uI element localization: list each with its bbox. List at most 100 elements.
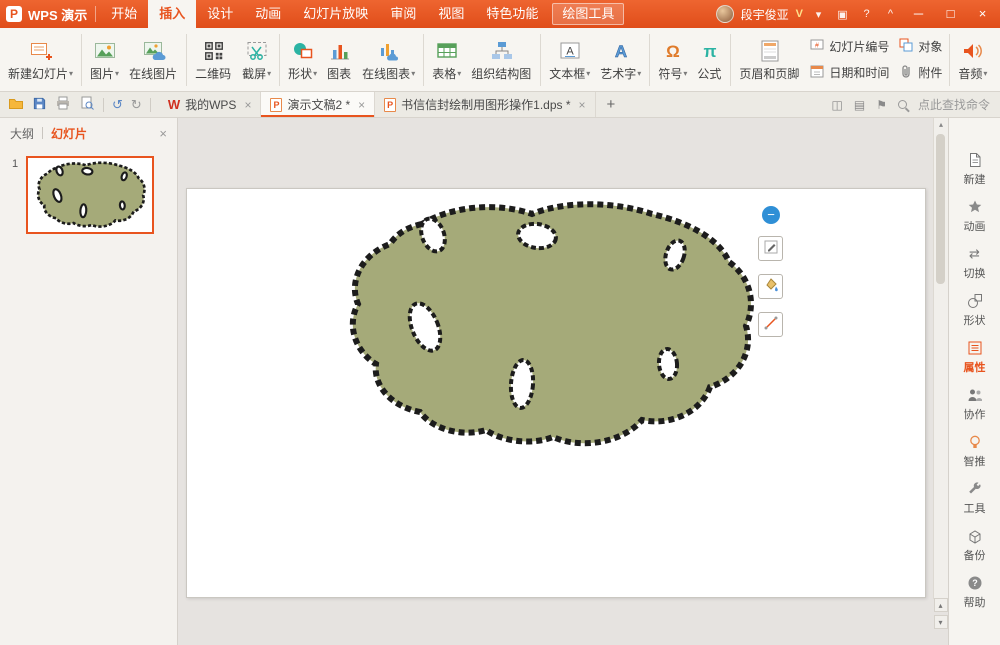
close-tab-icon[interactable]: ×	[579, 98, 586, 112]
split-view-icon[interactable]: ◫	[832, 98, 843, 112]
toolbar-item-label: 动画	[964, 218, 986, 234]
slide-thumbnail[interactable]	[26, 156, 154, 234]
search-icon[interactable]	[898, 100, 907, 109]
save-icon[interactable]	[32, 96, 47, 114]
svg-text:π: π	[703, 42, 716, 61]
document-tabs: W 我的WPS × P 演示文稿2 * × P 书信信封绘制用图形操作1.dps…	[159, 92, 627, 117]
toolbar-item-collaborate[interactable]: 协作	[949, 381, 1000, 428]
search-command-input[interactable]: 点此查找命令	[918, 96, 990, 113]
toolbar-item-animation[interactable]: 动画	[949, 193, 1000, 240]
toolbar-item-tools[interactable]: 工具	[949, 475, 1000, 522]
new-slide-button[interactable]: 新建幻灯片▾	[3, 30, 78, 90]
tab-view[interactable]: 视图	[427, 0, 475, 28]
print-preview-icon[interactable]	[79, 95, 95, 114]
tab-slideshow[interactable]: 幻灯片放映	[292, 0, 379, 28]
titlebar: P WPS 演示 开始 插入 设计 动画 幻灯片放映 审阅 视图 特色功能 绘图…	[0, 0, 1000, 28]
tab-animation[interactable]: 动画	[244, 0, 292, 28]
toolbar-item-new[interactable]: 新建	[949, 146, 1000, 193]
new-slide-icon	[29, 38, 53, 65]
picture-button[interactable]: 图片▾	[85, 30, 124, 90]
wordart-icon: A	[609, 38, 633, 65]
maximize-button[interactable]: □	[938, 0, 963, 28]
presentation-file-icon: P	[384, 98, 396, 112]
panel-tab-divider	[42, 127, 43, 139]
shape-hole[interactable]	[658, 348, 679, 379]
toolbar-item-shapes[interactable]: 形状	[949, 287, 1000, 334]
tab-review[interactable]: 审阅	[379, 0, 427, 28]
close-tab-icon[interactable]: ×	[358, 98, 365, 112]
dropdown-icon: ▾	[411, 69, 415, 78]
open-folder-icon[interactable]	[8, 95, 24, 114]
symbol-button[interactable]: Ω 符号▾	[653, 30, 692, 90]
attachment-button[interactable]: 附件	[898, 60, 942, 85]
orgchart-label: 组织结构图	[471, 65, 531, 82]
print-icon[interactable]	[55, 95, 71, 114]
chart-button[interactable]: 图表	[322, 30, 357, 90]
message-icon[interactable]: ▣	[834, 8, 851, 21]
textbox-button[interactable]: A 文本框▾	[544, 30, 595, 90]
collapse-ribbon-icon[interactable]: ^	[882, 8, 899, 20]
redo-icon[interactable]: ↻	[131, 97, 142, 113]
tab-special-features[interactable]: 特色功能	[475, 0, 549, 28]
next-slide-button[interactable]: ▾	[934, 615, 948, 629]
online-picture-button[interactable]: 在线图片	[124, 30, 183, 90]
minimize-button[interactable]: ─	[906, 0, 931, 28]
wordart-button[interactable]: A 艺术字▾	[595, 30, 646, 90]
doc-tab-presentation2[interactable]: P 演示文稿2 * ×	[261, 92, 375, 117]
quickbar-separator	[150, 98, 151, 112]
tab-insert[interactable]: 插入	[148, 0, 196, 28]
toolbar-item-help[interactable]: ? 帮助	[949, 569, 1000, 616]
screenshot-button[interactable]: 截屏▾	[237, 30, 276, 90]
table-button[interactable]: 表格▾	[427, 30, 466, 90]
paint-bucket-icon	[763, 277, 779, 296]
freeform-shape[interactable]	[327, 194, 767, 456]
flag-icon[interactable]: ⚑	[876, 98, 887, 112]
undo-icon[interactable]: ↺	[112, 97, 123, 113]
object-button[interactable]: 对象	[898, 34, 942, 59]
close-button[interactable]: ×	[970, 0, 995, 28]
previous-slide-button[interactable]: ▴	[934, 598, 948, 612]
symbol-icon: Ω	[661, 38, 685, 65]
datetime-button[interactable]: 日期和时间	[809, 60, 889, 85]
shape-outline-button[interactable]	[758, 236, 783, 261]
app-logo[interactable]: P WPS 演示	[6, 0, 95, 28]
shape-button[interactable]: 形状▾	[283, 30, 322, 90]
online-chart-button[interactable]: 在线图表▾	[357, 30, 420, 90]
close-panel-icon[interactable]: ×	[159, 126, 167, 141]
slide[interactable]	[186, 188, 926, 598]
formula-icon: π	[698, 38, 722, 65]
header-footer-button[interactable]: 页眉和页脚	[734, 30, 805, 90]
user-name[interactable]: 段宇俊亚	[741, 6, 789, 23]
formula-button[interactable]: π 公式	[692, 30, 727, 90]
toolbar-item-smart[interactable]: 智推	[949, 428, 1000, 475]
vertical-scrollbar[interactable]: ▴	[933, 118, 948, 599]
toolbar-item-transition[interactable]: ⇄ 切换	[949, 240, 1000, 287]
audio-button[interactable]: 音频▾	[953, 30, 992, 90]
scrollbar-thumb[interactable]	[936, 134, 945, 284]
close-tab-icon[interactable]: ×	[244, 98, 251, 112]
tab-home[interactable]: 开始	[100, 0, 148, 28]
dropdown-icon: ▾	[637, 69, 641, 78]
doc-tab-my-wps[interactable]: W 我的WPS ×	[159, 92, 262, 117]
doc-list-icon[interactable]: ▤	[854, 98, 865, 112]
user-avatar[interactable]	[716, 5, 734, 23]
tab-outline[interactable]: 大纲	[10, 125, 34, 142]
new-tab-button[interactable]: +	[596, 92, 627, 117]
scroll-up-icon[interactable]: ▴	[934, 120, 948, 129]
svg-text:#: #	[815, 43, 819, 50]
toolbar-item-backup[interactable]: 备份	[949, 522, 1000, 569]
doc-tab-letter-envelope[interactable]: P 书信信封绘制用图形操作1.dps * ×	[375, 92, 595, 117]
orgchart-button[interactable]: 组织结构图	[466, 30, 537, 90]
toolbar-item-properties[interactable]: 属性	[949, 334, 1000, 381]
ribbon-separator	[186, 34, 187, 86]
shape-fill-button[interactable]	[758, 274, 783, 299]
help-icon[interactable]: ?	[858, 8, 875, 20]
tab-slides[interactable]: 幻灯片	[51, 125, 87, 142]
user-dropdown-icon[interactable]: ▾	[810, 8, 827, 21]
tab-design[interactable]: 设计	[196, 0, 244, 28]
collapse-format-toolbar-button[interactable]: −	[762, 206, 780, 224]
qrcode-button[interactable]: 二维码	[190, 30, 237, 90]
slide-number-button[interactable]: # 幻灯片编号	[809, 34, 889, 59]
shape-line-style-button[interactable]	[758, 312, 783, 337]
tab-drawing-tools[interactable]: 绘图工具	[552, 3, 624, 25]
